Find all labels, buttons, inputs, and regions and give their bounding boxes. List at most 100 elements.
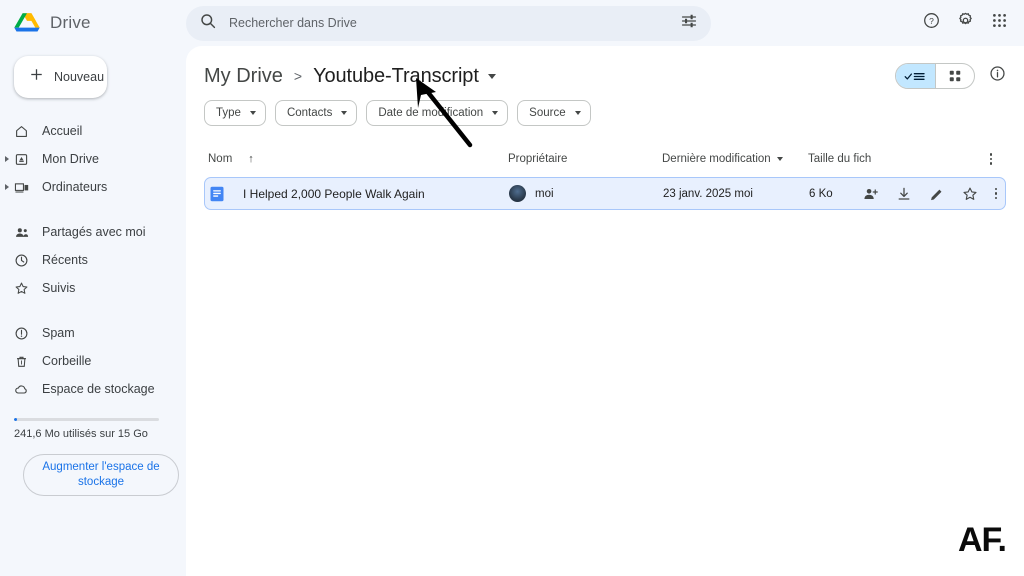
breadcrumb-current-folder[interactable]: Youtube-Transcript — [313, 65, 479, 88]
sidebar: Nouveau Accueil Mon Drive Ordinateurs Pa… — [0, 46, 186, 576]
search-input[interactable]: Rechercher dans Drive — [186, 5, 711, 41]
sidebar-item-partages-avec-moi[interactable]: Partagés avec moi — [0, 218, 186, 246]
column-header-name[interactable]: Nom ↑ — [208, 153, 508, 165]
drive-folder-icon — [12, 152, 31, 167]
new-button[interactable]: Nouveau — [14, 56, 107, 98]
people-shared-icon — [12, 225, 31, 240]
svg-text:?: ? — [929, 16, 934, 26]
sidebar-item-ordinateurs[interactable]: Ordinateurs — [0, 173, 186, 201]
chevron-down-icon — [249, 111, 256, 115]
filter-chip-contacts[interactable]: Contacts — [274, 100, 358, 126]
edit-pencil-icon[interactable] — [929, 186, 945, 202]
search-placeholder: Rechercher dans Drive — [229, 16, 357, 30]
sidebar-item-recents[interactable]: Récents — [0, 246, 186, 274]
drive-logo-icon — [14, 12, 40, 35]
sidebar-group-main: Accueil Mon Drive Ordinateurs — [0, 114, 186, 204]
sidebar-item-spam[interactable]: Spam — [0, 319, 186, 347]
watermark-logo: AF. — [958, 521, 1007, 559]
sidebar-divider — [0, 204, 186, 215]
sidebar-label: Ordinateurs — [42, 180, 108, 194]
expand-caret-icon[interactable] — [5, 156, 9, 162]
info-icon[interactable] — [989, 65, 1006, 87]
trash-icon — [12, 354, 31, 369]
star-outline-icon[interactable] — [962, 186, 978, 202]
chevron-down-icon — [341, 111, 348, 115]
sidebar-item-accueil[interactable]: Accueil — [0, 117, 186, 145]
computer-icon — [12, 180, 31, 195]
main-content: My Drive > Youtube-Transcript Type Conta… — [186, 46, 1024, 576]
download-icon[interactable] — [896, 186, 912, 202]
breadcrumb: My Drive > Youtube-Transcript — [204, 46, 1006, 98]
sidebar-label: Récents — [42, 253, 88, 267]
filter-chip-label: Source — [529, 107, 566, 119]
filter-chip-source[interactable]: Source — [517, 100, 591, 126]
more-vertical-icon[interactable] — [994, 187, 997, 200]
table-header-row: Nom ↑ Propriétaire Dernière modification… — [204, 146, 1006, 172]
list-view-icon[interactable] — [896, 64, 935, 88]
search-area: Rechercher dans Drive — [186, 5, 899, 41]
sidebar-item-mon-drive[interactable]: Mon Drive — [0, 145, 186, 173]
sidebar-label: Accueil — [42, 124, 83, 138]
column-header-owner[interactable]: Propriétaire — [508, 153, 662, 165]
view-toggle-group — [895, 63, 1006, 89]
filter-chip-date[interactable]: Date de modification — [366, 100, 509, 126]
file-name: I Helped 2,000 People Walk Again — [243, 186, 425, 201]
sort-ascending-icon: ↑ — [248, 153, 254, 165]
sidebar-divider — [0, 305, 186, 316]
chevron-down-icon — [574, 111, 581, 115]
cloud-icon — [12, 382, 31, 397]
apps-grid-icon[interactable] — [991, 12, 1008, 34]
filter-chip-type[interactable]: Type — [204, 100, 266, 126]
chevron-down-icon[interactable] — [487, 73, 496, 79]
top-bar-actions: ? — [899, 12, 1024, 34]
chevron-down-icon — [776, 157, 783, 161]
sidebar-item-espace-de-stockage[interactable]: Espace de stockage — [0, 375, 186, 403]
storage-progress-bar — [14, 418, 159, 421]
grid-view-icon[interactable] — [935, 64, 974, 88]
drive-brand[interactable]: Drive — [0, 12, 186, 35]
new-button-label: Nouveau — [54, 70, 105, 84]
upgrade-storage-button[interactable]: Augmenter l'espace de stockage — [23, 454, 179, 496]
file-owner-name: moi — [535, 187, 554, 200]
sidebar-item-corbeille[interactable]: Corbeille — [0, 347, 186, 375]
drive-brand-label: Drive — [50, 13, 91, 32]
sidebar-item-suivis[interactable]: Suivis — [0, 274, 186, 302]
storage-section: 241,6 Mo utilisés sur 15 Go Augmenter l'… — [0, 418, 186, 496]
column-header-modified-label: Dernière modification — [662, 153, 771, 165]
column-header-size[interactable]: Taille du fich — [808, 153, 980, 165]
search-icon — [200, 13, 216, 34]
chevron-down-icon — [492, 111, 499, 115]
plus-icon — [29, 67, 44, 87]
sidebar-group-shared: Partagés avec moi Récents Suivis — [0, 215, 186, 305]
filter-chip-label: Type — [216, 107, 241, 119]
file-table: Nom ↑ Propriétaire Dernière modification… — [204, 146, 1006, 210]
row-actions — [863, 186, 1002, 202]
breadcrumb-root[interactable]: My Drive — [204, 65, 283, 88]
google-docs-icon — [209, 186, 225, 202]
file-owner-cell: moi — [509, 185, 663, 202]
star-icon — [12, 281, 31, 296]
table-options-button[interactable] — [980, 153, 1002, 165]
storage-usage-text: 241,6 Mo utilisés sur 15 Go — [14, 428, 148, 440]
more-vertical-icon — [989, 153, 993, 165]
column-header-modified[interactable]: Dernière modification — [662, 153, 808, 165]
filter-chip-label: Contacts — [286, 107, 333, 119]
table-row[interactable]: I Helped 2,000 People Walk Again moi 23 … — [204, 177, 1006, 210]
breadcrumb-separator: > — [293, 68, 303, 84]
view-toggle — [895, 63, 975, 89]
share-person-icon[interactable] — [863, 186, 879, 202]
tune-icon[interactable] — [681, 13, 697, 34]
drive-app: Drive Rechercher dans Drive ? Nouveau Ac… — [0, 0, 1024, 576]
more-dots — [994, 187, 997, 200]
file-modified-cell: 23 janv. 2025 moi — [663, 187, 753, 200]
expand-caret-icon[interactable] — [5, 184, 9, 190]
sidebar-label: Suivis — [42, 281, 76, 295]
top-bar: Drive Rechercher dans Drive ? — [0, 0, 1024, 46]
settings-gear-icon[interactable] — [957, 12, 974, 34]
filter-chip-label: Date de modification — [378, 107, 484, 119]
help-icon[interactable]: ? — [923, 12, 940, 34]
sidebar-label: Spam — [42, 326, 75, 340]
sidebar-nav: Accueil Mon Drive Ordinateurs Partagés a… — [0, 114, 186, 406]
sidebar-label: Corbeille — [42, 354, 92, 368]
home-icon — [12, 124, 31, 139]
